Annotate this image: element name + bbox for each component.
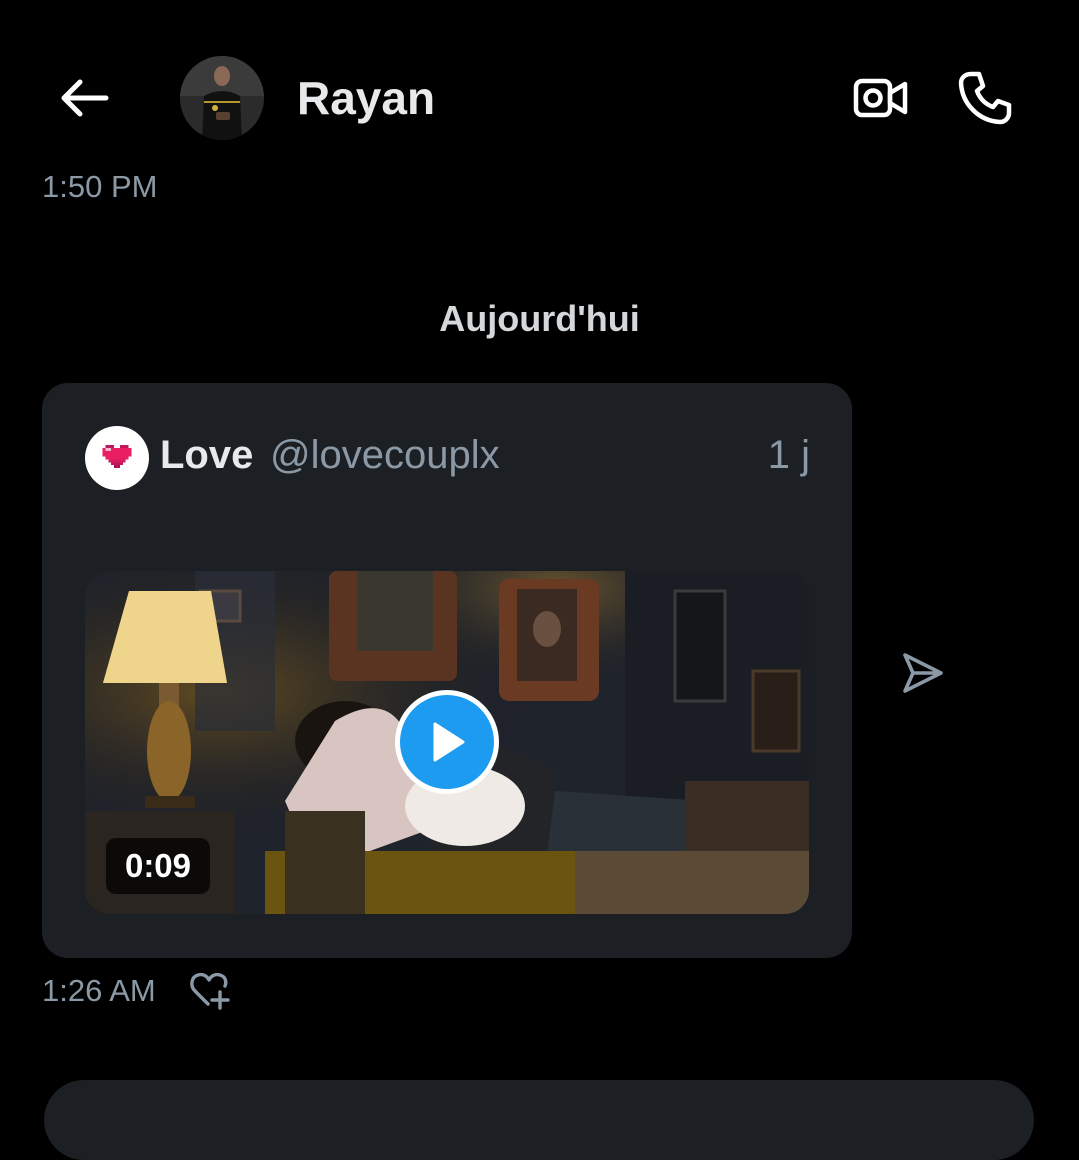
play-icon [433, 722, 465, 762]
video-duration: 0:09 [106, 838, 210, 894]
voice-call-button[interactable] [952, 66, 1018, 130]
previous-message-time: 1:50 PM [42, 169, 158, 204]
message-sent-time: 1:26 AM [42, 973, 156, 1008]
contact-name[interactable]: Rayan [297, 66, 435, 130]
phone-icon [958, 71, 1012, 125]
share-send-icon [903, 653, 943, 693]
post-author-name[interactable]: Love [160, 430, 253, 480]
play-button[interactable] [395, 690, 499, 794]
contact-avatar[interactable] [180, 56, 264, 140]
message-composer[interactable] [44, 1080, 1034, 1160]
video-camera-icon [853, 78, 908, 118]
post-age: 1 j [767, 433, 810, 477]
post-author-handle[interactable]: @lovecouplx [270, 430, 500, 480]
pixel-heart-icon [102, 445, 132, 469]
arrow-left-icon [61, 79, 109, 117]
date-separator: Aujourd'hui [439, 298, 640, 339]
share-button[interactable] [890, 642, 952, 704]
author-avatar[interactable] [85, 426, 149, 490]
add-reaction-button[interactable] [186, 967, 234, 1013]
video-call-button[interactable] [848, 66, 914, 130]
back-button[interactable] [52, 66, 116, 130]
heart-plus-icon [190, 972, 230, 1010]
